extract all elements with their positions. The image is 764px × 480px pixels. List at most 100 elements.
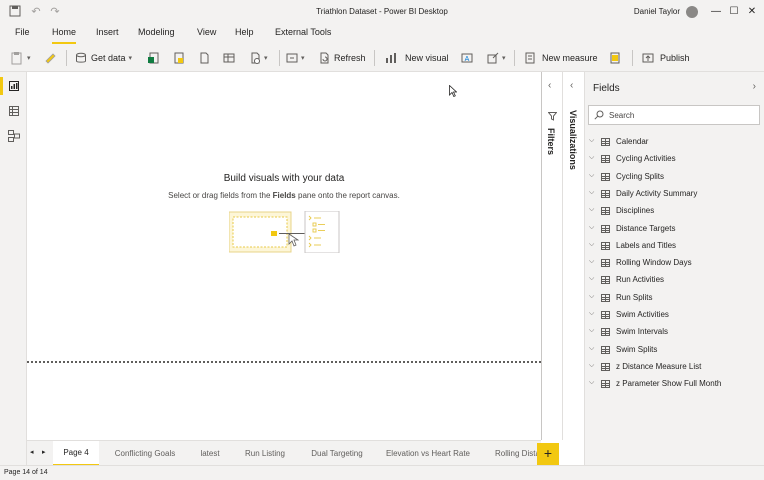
data-view-button[interactable] (0, 100, 27, 122)
dataverse-button[interactable] (198, 50, 210, 66)
table-icon (601, 224, 610, 233)
empty-canvas-instructions: Select or drag fields from the Fields pa… (27, 191, 541, 200)
chevron-down-icon[interactable]: ⌵ (589, 224, 594, 232)
next-page-arrow-icon[interactable]: ▸ (42, 448, 46, 456)
report-canvas[interactable]: Build visuals with your data Select or d… (27, 72, 541, 440)
chevron-down-icon[interactable]: ⌵ (589, 172, 594, 180)
quick-measure-button[interactable] (609, 50, 621, 66)
refresh-button[interactable]: Refresh (318, 50, 366, 66)
publish-button[interactable]: Publish (642, 50, 690, 66)
ribbon: ▾ Get data ▾ ▾ ▾ Refresh New visual A ▾ N… (0, 44, 764, 72)
field-table-row[interactable]: ⌵ Run Splits (585, 290, 764, 306)
avatar[interactable] (686, 6, 698, 18)
chevron-right-icon[interactable]: › (753, 81, 756, 92)
field-table-row[interactable]: ⌵ Swim Intervals (585, 324, 764, 340)
chevron-down-icon[interactable]: ⌵ (589, 345, 594, 353)
field-table-row[interactable]: ⌵ Calendar (585, 134, 764, 150)
report-view-button[interactable] (0, 75, 27, 97)
text-box-button[interactable]: A (461, 50, 473, 66)
chevron-down-icon[interactable]: ⌵ (589, 327, 594, 335)
enter-data-button[interactable] (223, 50, 235, 66)
search-icon (594, 110, 604, 120)
excel-button[interactable] (148, 50, 160, 66)
field-table-row[interactable]: ⌵ z Parameter Show Full Month (585, 376, 764, 392)
fields-search[interactable] (588, 105, 760, 125)
chevron-down-icon[interactable]: ⌵ (589, 241, 594, 249)
visualizations-label[interactable]: Visualizations (568, 110, 578, 170)
chevron-down-icon[interactable]: ⌵ (589, 293, 594, 301)
filters-label[interactable]: Filters (546, 128, 556, 155)
field-table-row[interactable]: ⌵ Rolling Window Days (585, 255, 764, 271)
menu-help[interactable]: Help (235, 27, 254, 37)
dataset-button[interactable] (173, 50, 185, 66)
minimize-icon[interactable]: — (708, 4, 724, 20)
field-table-row[interactable]: ⌵ Disciplines (585, 203, 764, 219)
chevron-left-icon[interactable]: ‹ (570, 80, 573, 91)
field-table-row[interactable]: ⌵ Cycling Splits (585, 169, 764, 185)
chevron-down-icon[interactable]: ⌵ (589, 154, 594, 162)
page-tab-rolling-distance[interactable]: Rolling Dista (483, 441, 537, 466)
chevron-down-icon[interactable]: ⌵ (589, 275, 594, 283)
filters-pane-collapsed[interactable]: ‹ Filters (542, 72, 562, 440)
field-table-row[interactable]: ⌵ Cycling Activities (585, 151, 764, 167)
user-name[interactable]: Daniel Taylor (634, 7, 680, 16)
chevron-down-icon[interactable]: ⌵ (589, 137, 594, 145)
field-table-row[interactable]: ⌵ Daily Activity Summary (585, 186, 764, 202)
menu-insert[interactable]: Insert (96, 27, 119, 37)
table-icon (601, 293, 610, 302)
table-icon (601, 155, 610, 164)
field-table-row[interactable]: ⌵ Distance Targets (585, 221, 764, 237)
menu-file[interactable]: File (15, 27, 30, 37)
page-tab-dual-targeting[interactable]: Dual Targeting (300, 441, 374, 466)
chevron-down-icon[interactable]: ⌵ (589, 362, 594, 370)
table-icon (601, 241, 610, 250)
recent-sources-icon (251, 52, 260, 64)
maximize-icon[interactable]: ☐ (726, 4, 742, 20)
model-view-button[interactable] (0, 125, 27, 147)
page-tab-conflicting-goals[interactable]: Conflicting Goals (105, 441, 185, 466)
field-table-row[interactable]: ⌵ Swim Splits (585, 342, 764, 358)
ribbon-divider (66, 50, 67, 66)
refresh-icon (318, 52, 330, 64)
recent-sources-button[interactable]: ▾ (249, 50, 268, 66)
menu-view[interactable]: View (197, 27, 216, 37)
field-table-row[interactable]: ⌵ Run Activities (585, 272, 764, 288)
add-page-button[interactable]: + (537, 443, 559, 465)
search-input[interactable] (609, 108, 754, 122)
new-measure-button[interactable]: New measure (524, 50, 598, 66)
chevron-down-icon[interactable]: ⌵ (589, 258, 594, 266)
field-table-row[interactable]: ⌵ Labels and Titles (585, 238, 764, 254)
chevron-down-icon[interactable]: ⌵ (589, 206, 594, 214)
page-tab-latest[interactable]: latest (190, 441, 230, 466)
transform-data-button[interactable]: ▾ (286, 50, 305, 66)
table-icon (601, 259, 610, 268)
close-icon[interactable]: ✕ (744, 4, 760, 20)
get-data-button[interactable]: Get data ▾ (75, 50, 132, 66)
page-tab-page-4[interactable]: Page 4 (53, 441, 99, 466)
field-table-row[interactable]: ⌵ z Distance Measure List (585, 359, 764, 375)
table-icon (601, 311, 610, 319)
transform-icon (286, 53, 298, 63)
bar-chart-icon (385, 52, 397, 64)
chevron-down-icon[interactable]: ⌵ (589, 189, 594, 197)
page-tab-elevation-vs-heart-rate[interactable]: Elevation vs Heart Rate (379, 441, 477, 466)
more-visuals-button[interactable]: ▾ (487, 50, 506, 66)
menu-external-tools[interactable]: External Tools (275, 27, 331, 37)
menu-modeling[interactable]: Modeling (138, 27, 175, 37)
new-visual-button[interactable]: New visual (385, 50, 449, 66)
field-table-row[interactable]: ⌵ Swim Activities (585, 307, 764, 323)
paste-button[interactable]: ▾ (10, 50, 31, 66)
chevron-left-icon[interactable]: ‹ (548, 80, 551, 91)
visualizations-pane-collapsed[interactable]: ‹ Visualizations (562, 72, 584, 440)
refresh-label: Refresh (334, 53, 366, 63)
page-tab-run-listing[interactable]: Run Listing (235, 441, 295, 466)
format-painter-button[interactable] (44, 50, 58, 66)
chevron-down-icon[interactable]: ⌵ (589, 310, 594, 318)
table-icon (601, 189, 610, 198)
previous-page-arrow-icon[interactable]: ◂ (30, 448, 34, 456)
ribbon-divider (514, 50, 515, 66)
ribbon-divider (374, 50, 375, 66)
chevron-down-icon[interactable]: ⌵ (589, 379, 594, 387)
menu-home[interactable]: Home (52, 27, 76, 37)
view-switcher (0, 72, 27, 465)
